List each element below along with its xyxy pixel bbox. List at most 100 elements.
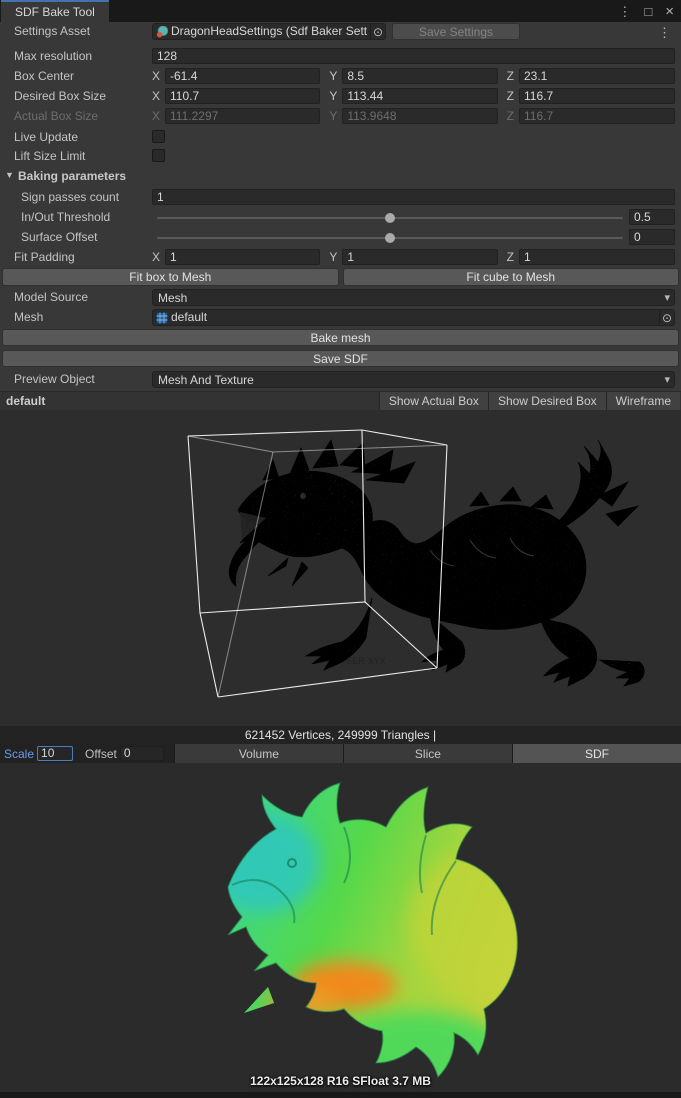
- axis-x-label: X: [152, 68, 160, 85]
- chevron-down-icon: ▾: [664, 291, 670, 304]
- live-update-checkbox[interactable]: [152, 130, 165, 143]
- bake-mesh-row: Bake mesh: [0, 329, 681, 347]
- surface-offset-field[interactable]: 0: [629, 229, 675, 245]
- surface-offset-slider[interactable]: [157, 229, 623, 247]
- offset-label[interactable]: Offset: [85, 747, 117, 761]
- lift-size-limit-checkbox[interactable]: [152, 149, 165, 162]
- settings-menu-icon[interactable]: ⋮: [658, 25, 671, 41]
- window-menu-icon[interactable]: ⋮: [618, 5, 631, 18]
- fit-padding-x-field[interactable]: 1: [165, 249, 320, 265]
- preview-object-value: Mesh And Texture: [158, 373, 254, 387]
- wireframe-button[interactable]: Wireframe: [606, 392, 680, 410]
- scale-input[interactable]: 10: [37, 746, 73, 761]
- save-sdf-row: Save SDF: [0, 350, 681, 368]
- baking-parameters-foldout[interactable]: ▼ Baking parameters: [0, 168, 681, 186]
- desired-box-size-y-field[interactable]: 113.44: [342, 88, 497, 104]
- model-source-label: Model Source: [14, 290, 88, 304]
- sign-passes-count-field[interactable]: 1: [152, 189, 675, 205]
- box-center-x-field[interactable]: -61.4: [165, 68, 320, 84]
- preview-title: default: [6, 394, 45, 408]
- axis-y-label: Y: [329, 68, 337, 85]
- fit-padding-label: Fit Padding: [14, 250, 75, 264]
- live-update-label: Live Update: [14, 130, 78, 144]
- mesh-preview-viewport[interactable]: EER·XYX: [0, 410, 681, 726]
- slider-knob[interactable]: [385, 233, 395, 243]
- axis-y-label: Y: [329, 108, 337, 125]
- show-actual-box-label: Show Actual Box: [389, 394, 479, 408]
- mesh-info-bar: 621452 Vertices, 249999 Triangles |: [0, 726, 681, 744]
- desired-box-size-z-field[interactable]: 116.7: [519, 88, 675, 104]
- offset-input[interactable]: 0: [120, 746, 164, 761]
- close-icon[interactable]: ×: [665, 4, 674, 19]
- bake-mesh-button[interactable]: Bake mesh: [2, 329, 679, 346]
- dragon-mesh: [229, 440, 644, 686]
- fit-cube-to-mesh-label: Fit cube to Mesh: [466, 270, 555, 284]
- axis-x-label: X: [152, 249, 160, 266]
- show-desired-box-label: Show Desired Box: [498, 394, 597, 408]
- axis-x-label: X: [152, 108, 160, 125]
- window-tab-bar: SDF Bake Tool ⋮ □ ×: [0, 0, 681, 22]
- in-out-threshold-row: In/Out Threshold 0.5: [0, 209, 681, 227]
- max-resolution-label: Max resolution: [14, 49, 92, 63]
- model-source-row: Model Source Mesh ▾: [0, 289, 681, 307]
- tab-sdf-bake-tool[interactable]: SDF Bake Tool: [1, 0, 109, 22]
- show-actual-box-button[interactable]: Show Actual Box: [379, 392, 488, 410]
- wireframe-label: Wireframe: [616, 394, 671, 408]
- scale-label[interactable]: Scale: [4, 747, 34, 761]
- tab-volume[interactable]: Volume: [174, 744, 343, 763]
- fit-padding-z-field[interactable]: 1: [519, 249, 675, 265]
- window-bottom-edge: [0, 1092, 681, 1098]
- bake-mesh-label: Bake mesh: [310, 331, 370, 345]
- box-center-row: Box Center X-61.4 Y8.5 Z23.1: [0, 68, 681, 86]
- chevron-down-icon: ▾: [664, 373, 670, 386]
- maximize-icon[interactable]: □: [644, 5, 652, 18]
- save-sdf-button[interactable]: Save SDF: [2, 350, 679, 367]
- axis-z-label: Z: [507, 68, 514, 85]
- show-desired-box-button[interactable]: Show Desired Box: [488, 392, 606, 410]
- sign-passes-count-label: Sign passes count: [21, 190, 119, 204]
- tab-sdf[interactable]: SDF: [512, 744, 681, 763]
- model-source-value: Mesh: [158, 291, 187, 305]
- surface-offset-label: Surface Offset: [21, 230, 97, 244]
- save-settings-button[interactable]: Save Settings: [392, 23, 520, 40]
- settings-asset-row: Settings Asset DragonHeadSettings (Sdf B…: [0, 23, 681, 41]
- sdf-info-text: 122x125x128 R16 SFloat 3.7 MB: [0, 1074, 681, 1088]
- sdf-bake-tool-window: SDF Bake Tool ⋮ □ × Settings Asset Drago…: [0, 0, 681, 1098]
- max-resolution-field[interactable]: 128: [152, 48, 675, 64]
- sdf-preview-render: [0, 763, 681, 1092]
- sdf-view-tabs: Volume Slice SDF: [174, 744, 681, 763]
- fit-box-to-mesh-button[interactable]: Fit box to Mesh: [2, 268, 339, 286]
- settings-asset-object-field[interactable]: DragonHeadSettings (Sdf Baker Settin ⊙: [152, 23, 386, 40]
- fit-padding-y-field[interactable]: 1: [342, 249, 497, 265]
- max-resolution-row: Max resolution 128: [0, 48, 681, 66]
- box-center-y-field[interactable]: 8.5: [342, 68, 497, 84]
- in-out-threshold-slider[interactable]: [157, 209, 623, 227]
- desired-box-size-x-field[interactable]: 110.7: [165, 88, 320, 104]
- tab-slice[interactable]: Slice: [343, 744, 512, 763]
- mesh-object-field[interactable]: default ⊙: [152, 309, 675, 326]
- actual-box-size-row: Actual Box Size X111.2297 Y113.9648 Z116…: [0, 108, 681, 126]
- preview-toolbar-buttons: Show Actual Box Show Desired Box Wirefra…: [379, 392, 680, 410]
- slider-knob[interactable]: [385, 213, 395, 223]
- fit-cube-to-mesh-button[interactable]: Fit cube to Mesh: [343, 268, 680, 286]
- object-picker-icon[interactable]: ⊙: [370, 24, 385, 39]
- object-picker-icon[interactable]: ⊙: [659, 310, 674, 325]
- model-source-dropdown[interactable]: Mesh ▾: [152, 289, 675, 306]
- sdf-preview-viewport[interactable]: 122x125x128 R16 SFloat 3.7 MB: [0, 763, 681, 1092]
- axis-z-label: Z: [507, 88, 514, 105]
- fit-box-to-mesh-label: Fit box to Mesh: [129, 270, 211, 284]
- mesh-preview-render: EER·XYX: [0, 410, 681, 726]
- mesh-value: default: [171, 310, 656, 325]
- in-out-threshold-field[interactable]: 0.5: [629, 209, 675, 225]
- mesh-label: Mesh: [14, 310, 43, 324]
- box-center-z-field[interactable]: 23.1: [519, 68, 675, 84]
- actual-box-size-y-field: 113.9648: [342, 108, 497, 124]
- save-sdf-label: Save SDF: [313, 352, 368, 366]
- axis-x-label: X: [152, 88, 160, 105]
- axis-y-label: Y: [329, 88, 337, 105]
- sdf-dragon: [180, 768, 560, 1092]
- preview-object-dropdown[interactable]: Mesh And Texture ▾: [152, 371, 675, 388]
- baking-parameters-label: Baking parameters: [18, 169, 126, 183]
- surface-offset-row: Surface Offset 0: [0, 229, 681, 247]
- mesh-icon: [156, 312, 168, 324]
